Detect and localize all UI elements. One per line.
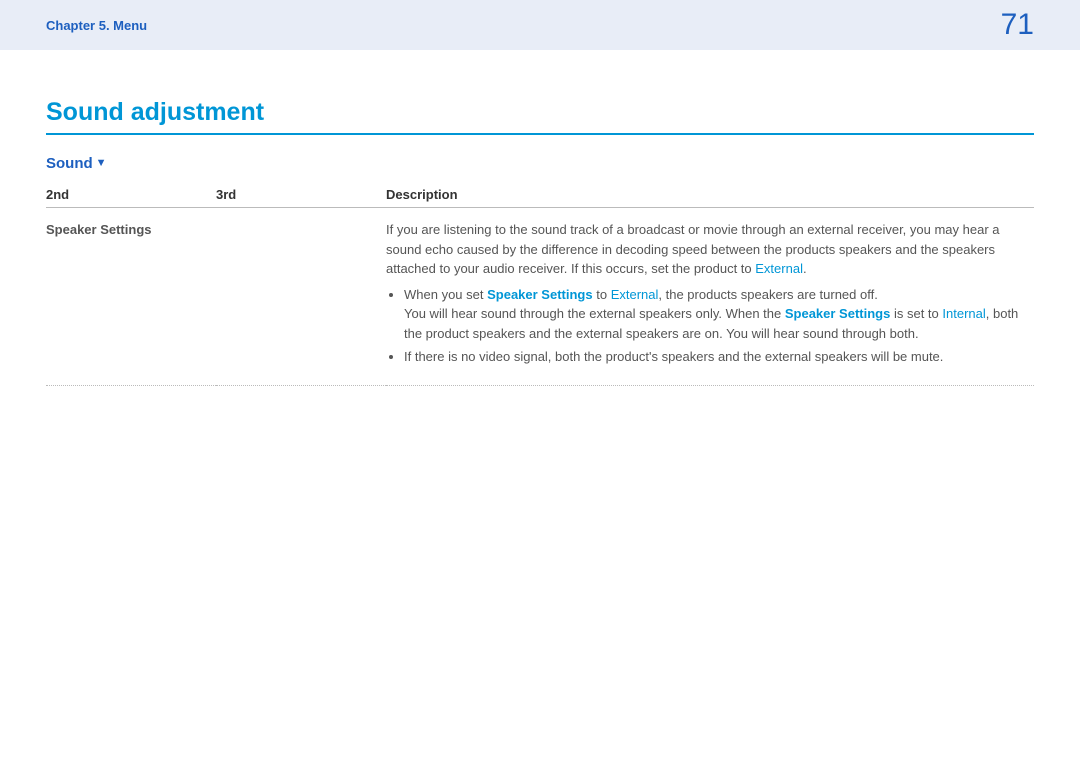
desc-paragraph: If you are listening to the sound track … <box>386 220 1028 279</box>
header-bar: Chapter 5. Menu 71 <box>0 0 1080 50</box>
highlight-speaker-settings: Speaker Settings <box>785 306 891 321</box>
settings-table: 2nd 3rd Description Speaker Settings If … <box>46 182 1034 386</box>
table-header: 2nd 3rd Description <box>46 182 1034 208</box>
th-3rd: 3rd <box>216 182 386 208</box>
li-text: When you set <box>404 287 487 302</box>
desc-list: When you set Speaker Settings to Externa… <box>386 285 1028 367</box>
desc-text: . <box>803 261 807 276</box>
li-text: If there is no video signal, both the pr… <box>404 349 943 364</box>
list-item: If there is no video signal, both the pr… <box>404 347 1028 367</box>
highlight-speaker-settings: Speaker Settings <box>487 287 593 302</box>
page-title: Sound adjustment <box>46 98 1034 135</box>
table-row: Speaker Settings If you are listening to… <box>46 208 1034 386</box>
highlight-external: External <box>755 261 803 276</box>
li-text: , the products speakers are turned off. <box>658 287 877 302</box>
th-description: Description <box>386 182 1034 208</box>
list-item: When you set Speaker Settings to Externa… <box>404 285 1028 344</box>
section-text: Sound <box>46 155 93 172</box>
desc-text: If you are listening to the sound track … <box>386 222 1000 276</box>
highlight-internal: Internal <box>942 306 985 321</box>
highlight-external: External <box>611 287 659 302</box>
li-text: You will hear sound through the external… <box>404 306 785 321</box>
section-label: Sound ▼ <box>46 155 1034 172</box>
cell-2nd: Speaker Settings <box>46 208 216 386</box>
cell-description: If you are listening to the sound track … <box>386 208 1034 386</box>
li-text: is set to <box>890 306 942 321</box>
th-2nd: 2nd <box>46 182 216 208</box>
chevron-down-icon: ▼ <box>96 158 107 169</box>
page-number: 71 <box>1001 8 1034 42</box>
breadcrumb: Chapter 5. Menu <box>46 18 147 33</box>
page-content: Sound adjustment Sound ▼ 2nd 3rd Descrip… <box>0 50 1080 386</box>
li-text: to <box>593 287 611 302</box>
cell-3rd <box>216 208 386 386</box>
